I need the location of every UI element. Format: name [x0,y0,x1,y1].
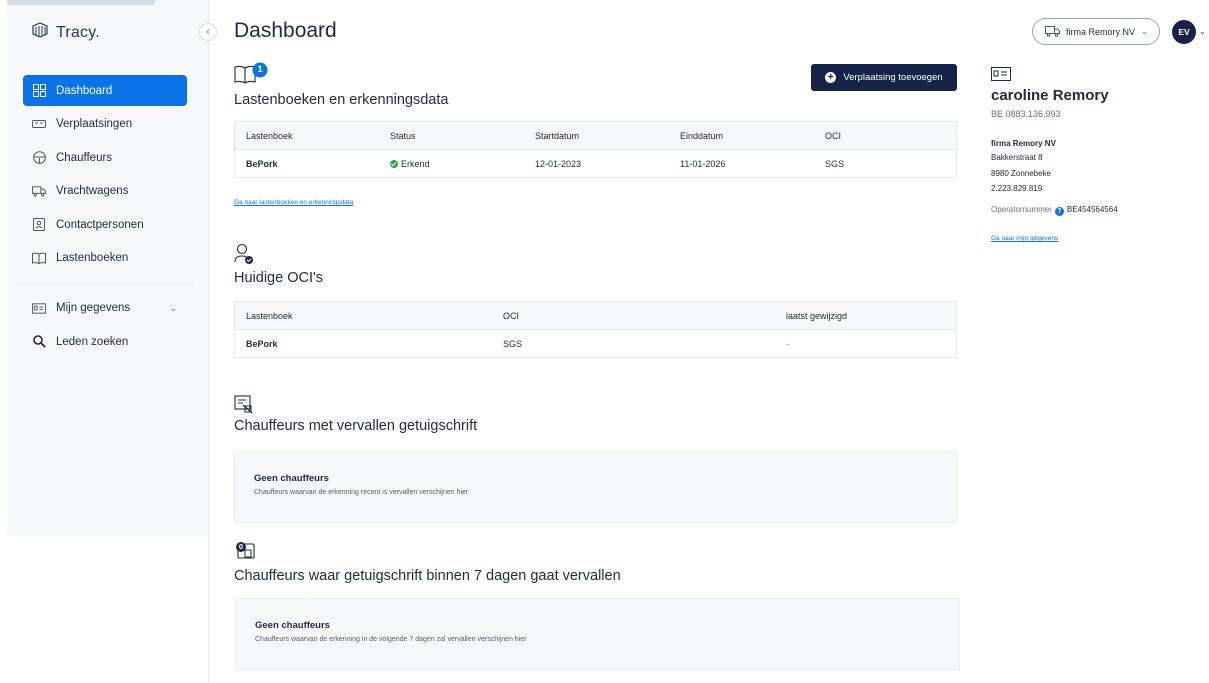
table-row[interactable]: BePork SGS - [235,330,956,358]
sidebar-item-label: Mijn gegevens [56,302,131,314]
sidebar-item-dashboard[interactable]: Dashboard [23,75,187,106]
sidebar-collapse-button[interactable]: ‹ [199,23,217,41]
company-select-value: firma Remory NV [1066,26,1136,37]
table-header-row: Lastenboek OCI laatst gewijzigd [235,302,956,330]
dashboard-icon [32,84,46,98]
sidebar-item-label: Leden zoeken [56,335,129,348]
empty-state-title: Geen chauffeurs [255,620,330,631]
add-verplaatsing-button[interactable]: + Verplaatsing toevoegen [811,64,957,91]
profile-street: Bakkerstraat 8 [991,153,1043,162]
tracy-logo-icon [30,20,50,45]
transport-icon [32,117,46,131]
sidebar-item-label: Vrachtwagens [56,185,129,197]
table-header-row: Lastenboek Status Startdatum Einddatum O… [235,122,956,150]
operator-value: BE454564564 [1066,205,1118,214]
id-card-icon [32,301,46,315]
sidebar-item-verplaatsingen[interactable]: Verplaatsingen [23,109,187,140]
sidebar-item-label: Chauffeurs [56,151,113,164]
table-row[interactable]: BePork Erkend 12-01-2023 11-01-2026 SGS [235,150,956,178]
user-check-icon [234,243,256,270]
expiring-empty-state: Geen chauffeurs Chauffeurs waarvan de er… [235,598,960,670]
cell-lastenboek: BePork [246,339,278,349]
cell-oci: SGS [825,159,845,169]
sidebar-item-leden-zoeken[interactable]: Leden zoeken [23,326,187,357]
logo-text: Tracy. [56,23,100,41]
column-header: Lastenboek [246,310,293,321]
sidebar-item-mijn-gegevens[interactable]: Mijn gegevens ⌄ [23,293,187,324]
nav-divider [16,282,194,284]
truck-icon [1045,25,1060,39]
search-icon [32,335,46,349]
cell-startdatum: 12-01-2023 [535,159,582,169]
chevron-down-icon: ⌄ [1141,26,1149,36]
chevron-down-icon[interactable]: ⌄ [1199,27,1206,36]
section-title-lastenboeken: Lastenboeken en erkenningsdata [234,92,449,108]
chevron-down-icon: ⌄ [169,302,177,313]
column-header: Status [390,130,416,141]
column-header: Einddatum [680,130,724,141]
check-circle-icon [390,160,398,168]
operator-number: Operatornummer? BE454564564 [991,205,1118,216]
cell-status: Erkend [379,159,524,169]
id-card-icon [991,67,1011,86]
sidebar-item-vrachtwagens[interactable]: Vrachtwagens [23,176,187,207]
cell-lastenboek: BePork [246,159,278,169]
company-select[interactable]: firma Remory NV ⌄ [1032,18,1160,45]
section-title-expired: Chauffeurs met vervallen getuigschrift [234,418,478,434]
expired-certificate-icon [234,394,254,419]
sidebar-item-label: Contactpersonen [56,218,144,231]
profile-name: caroline Remory [991,87,1109,104]
contact-icon [32,218,46,232]
sidebar-item-contactpersonen[interactable]: Contactpersonen [23,209,187,240]
sidebar-nav: Dashboard Verplaatsingen Chauffeurs Vrac… [16,75,194,360]
profile-company: firma Remory NV [991,139,1056,148]
profile-link[interactable]: Ga naar mijn gegevens [991,235,1058,242]
profile-phone: 2.223.829.819 [991,184,1043,193]
badge-count: 1 [257,64,263,74]
logo[interactable]: Tracy. [30,20,100,45]
truck-icon [32,184,46,198]
column-header: Lastenboek [246,130,293,141]
operator-label: Operatornummer [991,205,1052,214]
add-button-label: Verplaatsing toevoegen [843,72,943,83]
column-header: laatst gewijzigd [786,310,848,321]
book-badge-icon [234,62,270,89]
column-header: OCI [825,130,842,141]
avatar[interactable]: EV [1172,20,1196,44]
sidebar-divider [208,0,209,683]
section-title-ocis: Huidige OCI's [234,270,323,286]
book-icon [32,251,46,265]
chevron-left-icon: ‹ [206,26,210,38]
lastenboeken-link[interactable]: Ga naar lastenboeken en erkenningsdata [234,199,353,206]
sidebar-item-label: Lastenboeken [56,252,129,264]
sidebar-top-border [7,0,155,5]
sidebar-item-label: Verplaatsingen [56,118,133,130]
sidebar-item-lastenboeken[interactable]: Lastenboeken [23,243,187,274]
status-text: Erkend [401,159,430,169]
column-header: OCI [503,310,520,321]
cell-oci: SGS [503,339,523,349]
expired-empty-state: Geen chauffeurs Chauffeurs waarvan de er… [234,451,957,523]
profile-city: 8980 Zonnebeke [991,169,1052,178]
steering-wheel-icon [32,151,46,165]
empty-state-title: Geen chauffeurs [254,473,329,484]
info-icon[interactable]: ? [1054,207,1064,216]
page-title: Dashboard [234,19,337,42]
badge-count: 0 [238,542,244,551]
sidebar-item-label: Dashboard [56,84,113,97]
cell-einddatum: 11-01-2026 [680,159,726,169]
sidebar-item-chauffeurs[interactable]: Chauffeurs [23,142,187,173]
ocis-table: Lastenboek OCI laatst gewijzigd BePork S… [234,301,957,358]
empty-state-description: Chauffeurs waarvan de erkenning recent i… [254,489,469,496]
column-header: Startdatum [535,130,580,141]
empty-state-description: Chauffeurs waarvan de erkenning in de vo… [255,636,527,643]
lastenboeken-table: Lastenboek Status Startdatum Einddatum O… [234,121,957,178]
plus-icon: + [825,72,837,83]
cell-laatst-gewijzigd: - [786,339,789,349]
profile-vat: BE 0883.136.993 [991,109,1061,119]
section-title-expiring: Chauffeurs waar getuigschrift binnen 7 d… [234,568,621,584]
